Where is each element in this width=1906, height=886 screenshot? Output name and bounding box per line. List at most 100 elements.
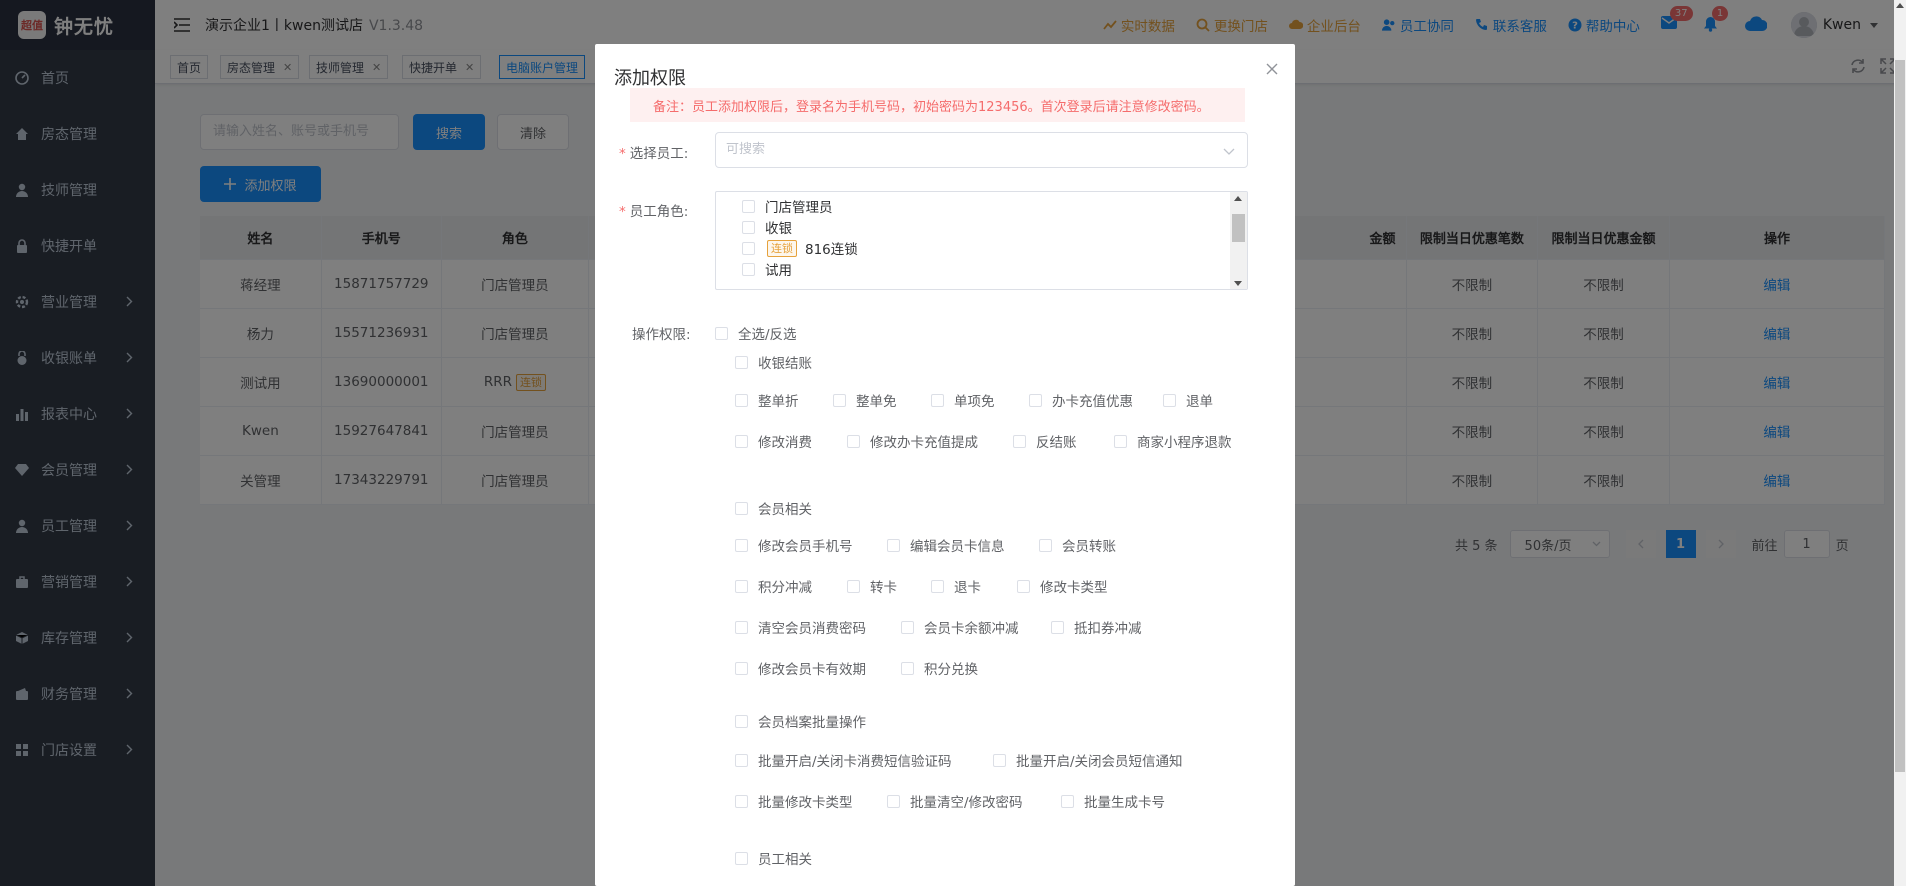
- permission-checkbox[interactable]: 积分兑换: [901, 658, 978, 678]
- scroll-up-icon[interactable]: [1234, 196, 1242, 201]
- checkbox-box[interactable]: [887, 794, 900, 808]
- page-scrollbar[interactable]: [1894, 0, 1906, 886]
- permission-checkbox[interactable]: 转卡: [847, 576, 897, 596]
- permission-checkbox[interactable]: 整单免: [833, 390, 897, 410]
- role-option[interactable]: 门店管理员: [742, 196, 833, 216]
- permission-checkbox[interactable]: 批量开启/关闭会员短信通知: [993, 750, 1183, 770]
- checkbox-box[interactable]: [735, 753, 748, 767]
- permission-label-text: 整单免: [856, 394, 897, 410]
- permission-label-text: 整单折: [758, 394, 799, 410]
- chain-tag: 连锁: [767, 239, 797, 257]
- permission-checkbox[interactable]: 修改会员手机号: [735, 535, 853, 555]
- checkbox-box[interactable]: [833, 393, 846, 407]
- permission-label-text: 清空会员消费密码: [758, 621, 866, 637]
- checkbox-box[interactable]: [735, 393, 748, 407]
- permission-group-checkbox[interactable]: 会员档案批量操作: [735, 711, 866, 731]
- permission-label-text: 转卡: [870, 580, 897, 596]
- checkbox-box[interactable]: [1051, 620, 1064, 634]
- checkbox-box[interactable]: [1114, 434, 1127, 448]
- checkbox-box[interactable]: [742, 199, 755, 213]
- permission-checkbox[interactable]: 清空会员消费密码: [735, 617, 866, 637]
- permission-checkbox[interactable]: 批量生成卡号: [1061, 791, 1165, 811]
- checkbox-box[interactable]: [735, 355, 748, 369]
- permission-checkbox[interactable]: 删除排钟分组: [735, 882, 839, 886]
- checkbox-box[interactable]: [993, 753, 1006, 767]
- checkbox-box[interactable]: [735, 579, 748, 593]
- permission-group-title: 会员相关: [758, 502, 812, 518]
- checkbox-box[interactable]: [1017, 579, 1030, 593]
- checkbox-box[interactable]: [1039, 538, 1052, 552]
- permission-label-text: 会员转账: [1062, 539, 1116, 555]
- permission-label-text: 批量开启/关闭会员短信通知: [1016, 754, 1183, 770]
- checkbox-box[interactable]: [735, 714, 748, 728]
- role-option[interactable]: 连锁 816连锁: [742, 238, 858, 258]
- checkbox-box[interactable]: [847, 579, 860, 593]
- role-list[interactable]: 门店管理员 收银 连锁 816连锁 试用: [715, 191, 1248, 290]
- checkbox-box[interactable]: [901, 661, 914, 675]
- checkbox-box[interactable]: [735, 501, 748, 515]
- permission-group-checkbox[interactable]: 收银结账: [735, 352, 812, 372]
- page-scroll-thumb[interactable]: [1895, 60, 1905, 772]
- checkbox-box[interactable]: [715, 326, 728, 340]
- checkbox-box[interactable]: [1061, 794, 1074, 808]
- permission-checkbox[interactable]: 会员转账: [1039, 535, 1116, 555]
- checkbox-box[interactable]: [742, 241, 755, 255]
- permission-checkbox[interactable]: 修改会员卡有效期: [735, 658, 866, 678]
- scroll-thumb[interactable]: [1232, 214, 1245, 242]
- permission-checkbox[interactable]: 抵扣券冲减: [1051, 617, 1142, 637]
- close-icon[interactable]: [1265, 62, 1279, 76]
- checkbox-box[interactable]: [742, 220, 755, 234]
- permission-checkbox[interactable]: 办卡充值优惠: [1029, 390, 1133, 410]
- permission-checkbox[interactable]: 单项免: [931, 390, 995, 410]
- checkbox-box[interactable]: [735, 434, 748, 448]
- role-list-scrollbar[interactable]: [1230, 192, 1247, 289]
- checkbox-box[interactable]: [1163, 393, 1176, 407]
- permission-label-text: 修改会员卡有效期: [758, 662, 866, 678]
- role-option[interactable]: 试用: [742, 259, 792, 279]
- role-label: * 员工角色:: [619, 204, 689, 220]
- permission-checkbox[interactable]: 批量清空/修改密码: [887, 791, 1023, 811]
- permission-checkbox[interactable]: 修改卡类型: [1017, 576, 1108, 596]
- permission-label-text: 编辑会员卡信息: [910, 539, 1005, 555]
- checkbox-box[interactable]: [735, 794, 748, 808]
- permission-checkbox[interactable]: 商家小程序退款: [1114, 431, 1232, 451]
- permission-checkbox[interactable]: 编辑会员卡信息: [887, 535, 1005, 555]
- checkbox-box[interactable]: [847, 434, 860, 448]
- checkbox-box[interactable]: [735, 620, 748, 634]
- checkbox-box[interactable]: [887, 538, 900, 552]
- permission-checkbox[interactable]: 批量修改卡类型: [735, 791, 853, 811]
- checkbox-box[interactable]: [742, 262, 755, 276]
- permission-checkbox[interactable]: 修改消费: [735, 431, 812, 451]
- permission-label-text: 积分冲减: [758, 580, 812, 596]
- chevron-down-icon: [1223, 145, 1235, 157]
- permission-checkbox[interactable]: 退卡: [931, 576, 981, 596]
- permission-checkbox[interactable]: 退单: [1163, 390, 1213, 410]
- employee-select[interactable]: 可搜索: [715, 132, 1248, 168]
- checkbox-box[interactable]: [931, 579, 944, 593]
- permission-checkbox[interactable]: 技师状态修复: [871, 882, 975, 886]
- notice-banner: 备注：员工添加权限后，登录名为手机号码，初始密码为123456。首次登录后请注意…: [630, 88, 1245, 122]
- scroll-up-icon[interactable]: [1896, 3, 1904, 8]
- permission-checkbox[interactable]: 修改办卡充值提成: [847, 431, 978, 451]
- permission-group-checkbox[interactable]: 员工相关: [735, 848, 812, 868]
- checkbox-box[interactable]: [735, 538, 748, 552]
- checkbox-box[interactable]: [931, 393, 944, 407]
- permission-checkbox[interactable]: 积分冲减: [735, 576, 812, 596]
- checkbox-box[interactable]: [735, 851, 748, 865]
- permission-checkbox[interactable]: 反结账: [1013, 431, 1077, 451]
- permission-checkbox[interactable]: 整单折: [735, 390, 799, 410]
- checkbox-box[interactable]: [1013, 434, 1026, 448]
- permission-label-text: 单项免: [954, 394, 995, 410]
- dialog-title: 添加权限: [614, 68, 686, 89]
- permission-label-text: 退单: [1186, 394, 1213, 410]
- permission-label-text: 批量开启/关闭卡消费短信验证码: [758, 754, 952, 770]
- permission-group-checkbox[interactable]: 会员相关: [735, 498, 812, 518]
- checkbox-box[interactable]: [901, 620, 914, 634]
- checkbox-box[interactable]: [735, 661, 748, 675]
- permission-checkbox[interactable]: 会员卡余额冲减: [901, 617, 1019, 637]
- checkbox-box[interactable]: [1029, 393, 1042, 407]
- permission-checkbox[interactable]: 批量开启/关闭卡消费短信验证码: [735, 750, 952, 770]
- select-all-checkbox[interactable]: 全选/反选: [715, 323, 797, 343]
- role-option[interactable]: 收银: [742, 217, 792, 237]
- scroll-down-icon[interactable]: [1234, 281, 1242, 286]
